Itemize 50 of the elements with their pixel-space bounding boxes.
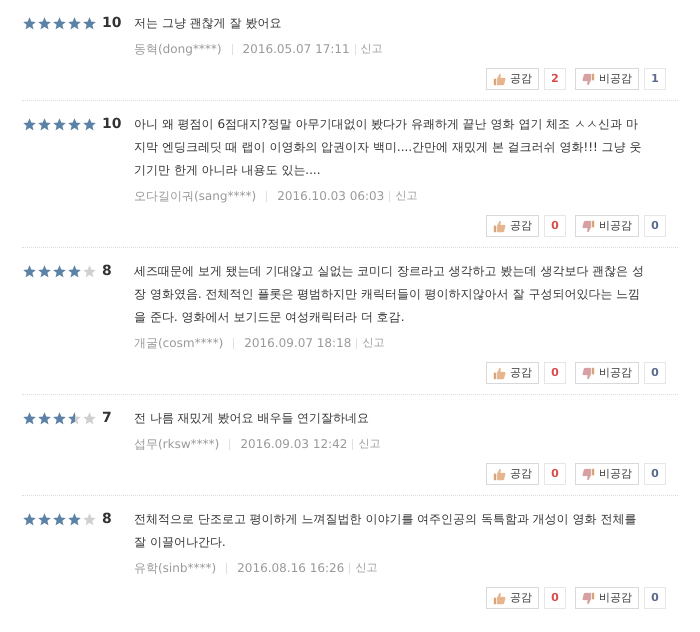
- like-button[interactable]: 공감: [486, 68, 539, 90]
- author: 동혁(dong****): [134, 41, 222, 58]
- dislike-count: 0: [644, 587, 666, 609]
- like-count: 0: [544, 215, 566, 237]
- author: 섭무(rksw****): [134, 436, 220, 453]
- review-text: 아니 왜 평점이 6점대지?정말 아무기대없이 봤다가 유쾌하게 끝난 영화 엽기 체조 ㅅㅅ신과 마지막 엔딩크레딧 때 랩이 이영화의 압권이자 백미....간만에 재밌게 본 걸크러쉬 영화!!! 그냥 웃기기만 한게 아니라 내용도 있는....: [134, 116, 642, 179]
- like-count: 2: [544, 68, 566, 90]
- score: 10: [102, 114, 122, 134]
- date: 2016.08.16 16:26: [237, 560, 344, 577]
- thumbs-down-icon: [582, 592, 595, 604]
- thumbs-up-icon: [493, 468, 506, 480]
- like-button[interactable]: 공감: [486, 587, 539, 609]
- thumbs-down-icon: [582, 468, 595, 480]
- thumbs-down-icon: [582, 220, 595, 232]
- date: 2016.09.07 18:18: [244, 335, 352, 352]
- score: 10: [102, 14, 122, 32]
- author: 오다길이궈(sang****): [134, 188, 256, 205]
- dislike-button[interactable]: 비공감: [575, 68, 639, 90]
- dislike-button[interactable]: 비공감: [575, 587, 639, 609]
- date: 2016.05.07 17:11: [242, 41, 350, 58]
- dislike-count: 1: [644, 68, 666, 90]
- date: 2016.10.03 06:03: [277, 188, 384, 205]
- review-text: 세즈때문에 보게 됐는데 기대않고 실없는 코미디 장르라고 생각하고 봤는데 생각보다 괜찮은 성장 영화였음. 전체적인 플롯은 평범하지만 캐릭터들이 평이하지않아서 잘 구성되어있다는 느낌을 준다. 영화에서 보기드문 여성캐릭터라 더 호감.: [134, 263, 645, 326]
- dislike-count: 0: [644, 463, 666, 485]
- thumbs-up-icon: [493, 220, 506, 232]
- review-text: 저는 그냥 괜찮게 잘 봤어요: [134, 15, 282, 32]
- thumbs-up-icon: [493, 592, 506, 604]
- dislike-count: 0: [644, 362, 666, 384]
- dislike-button[interactable]: 비공감: [575, 215, 639, 237]
- review-text: 전 나름 재밌게 봤어요 배우들 연기잘하네요: [134, 410, 370, 427]
- like-count: 0: [544, 362, 566, 384]
- dislike-button[interactable]: 비공감: [575, 362, 639, 384]
- score: 7: [102, 408, 112, 428]
- thumbs-down-icon: [582, 366, 595, 380]
- like-button[interactable]: 공감: [486, 463, 539, 485]
- thumbs-up-icon: [493, 72, 506, 86]
- date: 2016.09.03 12:42: [240, 436, 348, 453]
- dislike-count: 0: [644, 215, 666, 237]
- like-count: 0: [544, 463, 566, 485]
- score: 8: [102, 262, 112, 280]
- author: 개굴(cosm****): [134, 335, 224, 352]
- like-button[interactable]: 공감: [486, 362, 539, 384]
- like-count: 0: [544, 587, 566, 609]
- thumbs-up-icon: [493, 366, 506, 380]
- author: 유학(sinb****): [134, 560, 216, 577]
- review-text: 전체적으로 단조로고 평이하게 느껴질법한 이야기를 여주인공의 독특함과 개성이 영화 전체를 잘 이끌어나간다.: [134, 511, 638, 551]
- score: 8: [102, 510, 112, 528]
- dislike-button[interactable]: 비공감: [575, 463, 639, 485]
- thumbs-down-icon: [582, 72, 595, 86]
- like-button[interactable]: 공감: [486, 215, 539, 237]
